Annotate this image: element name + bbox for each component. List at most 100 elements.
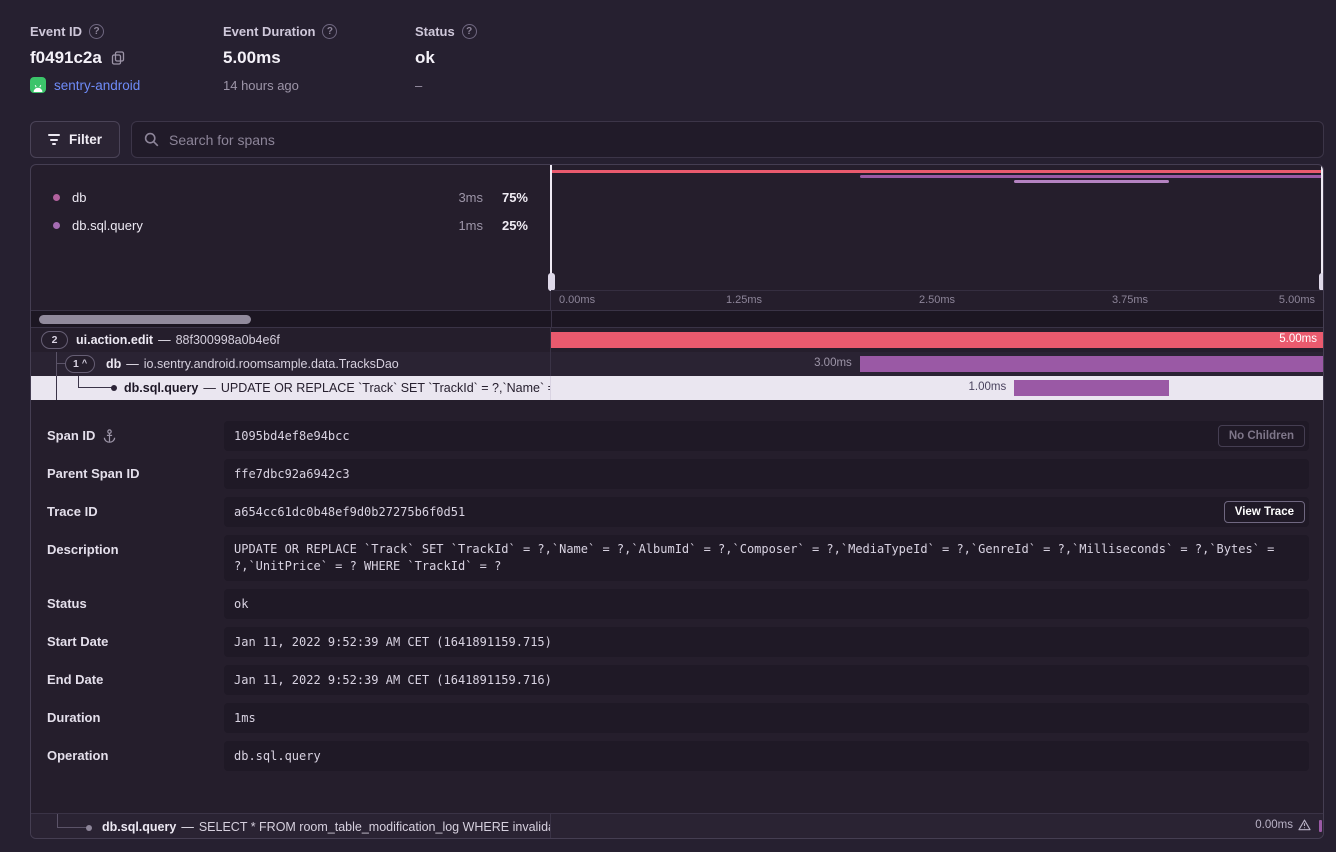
tree-connector-dot (86, 825, 92, 831)
search-box (131, 121, 1324, 158)
detail-label: Status (47, 596, 87, 611)
event-id-value: f0491c2a (30, 48, 102, 68)
span-duration-label: 0.00ms (1255, 819, 1293, 831)
op-percentage: 75% (483, 190, 528, 205)
detail-label: Parent Span ID (47, 466, 139, 481)
detail-value: 1095bd4ef8e94bcc No Children (224, 421, 1309, 451)
op-duration: 3ms (427, 190, 483, 205)
scrollbar-thumb[interactable] (39, 315, 251, 324)
help-icon[interactable]: ? (322, 24, 337, 39)
anchor-icon[interactable] (103, 429, 116, 443)
span-tree-row-ui-action-edit[interactable]: 2 ui.action.edit — 88f300998a0b4e6f 5.00… (31, 328, 1323, 352)
detail-row-start-date: Start Date Jan 11, 2022 9:52:39 AM CET (… (47, 627, 1309, 657)
span-op: db.sql.query (102, 820, 176, 834)
span-bar[interactable] (860, 356, 1323, 372)
help-icon[interactable]: ? (89, 24, 104, 39)
axis-tick-label: 1.25ms (726, 294, 762, 306)
search-input[interactable] (169, 132, 1311, 148)
detail-value: a654cc61dc0b48ef9d0b27275b6f0d51 View Tr… (224, 497, 1309, 527)
span-count-badge[interactable]: 2 (41, 331, 68, 349)
detail-label: Description (47, 542, 119, 557)
span-description: UPDATE OR REPLACE `Track` SET `TrackId` … (221, 381, 551, 395)
filter-button[interactable]: Filter (30, 121, 120, 158)
event-age: 14 hours ago (223, 78, 337, 93)
detail-row-operation: Operation db.sql.query (47, 741, 1309, 771)
op-legend: db 3ms 75% db.sql.query 1ms 25% (31, 165, 551, 310)
detail-label: End Date (47, 672, 103, 687)
status-value: ok (415, 48, 435, 68)
event-duration-field: Event Duration ? 5.00ms 14 hours ago (223, 24, 337, 93)
project-link[interactable]: sentry-android (54, 78, 140, 93)
detail-value: UPDATE OR REPLACE `Track` SET `TrackId` … (224, 535, 1309, 581)
help-icon[interactable]: ? (462, 24, 477, 39)
detail-value: db.sql.query (224, 741, 1309, 771)
event-duration-value: 5.00ms (223, 48, 281, 68)
span-op: ui.action.edit (76, 333, 153, 347)
status-field: Status ? ok – (415, 24, 477, 93)
axis-tick-label: 3.75ms (1112, 294, 1148, 306)
minimap-span-line (860, 175, 1323, 178)
detail-label: Start Date (47, 634, 108, 649)
filter-icon (48, 134, 60, 145)
op-percentage: 25% (483, 218, 528, 233)
minimap-span-line (1014, 180, 1168, 183)
chevron-up-icon: ^ (82, 358, 87, 368)
span-duration-label: 3.00ms (814, 357, 852, 369)
detail-label: Operation (47, 748, 108, 763)
spans-panel: db 3ms 75% db.sql.query 1ms 25% (30, 164, 1324, 839)
axis-tick-label: 0.00ms (559, 294, 595, 306)
detail-row-status: Status ok (47, 589, 1309, 619)
time-axis: 0.00ms 1.25ms 2.50ms 3.75ms 5.00ms (551, 290, 1323, 310)
detail-value: Jan 11, 2022 9:52:39 AM CET (1641891159.… (224, 665, 1309, 695)
span-op: db.sql.query (124, 381, 198, 395)
span-bar[interactable] (551, 332, 1323, 348)
span-tree-row-db[interactable]: 1^ db — io.sentry.android.roomsample.dat… (31, 352, 1323, 376)
trace-minimap[interactable]: 0.00ms 1.25ms 2.50ms 3.75ms 5.00ms (551, 165, 1323, 310)
span-details-panel: Span ID 1095bd4ef8e94bcc No Children Par… (31, 400, 1323, 813)
legend-row-db-sql-query[interactable]: db.sql.query 1ms 25% (31, 211, 550, 239)
minimap-handle-left[interactable] (550, 165, 552, 291)
minimap-handle-right[interactable] (1321, 165, 1323, 291)
axis-tick-label: 5.00ms (1279, 294, 1315, 306)
tree-connector-dot (111, 385, 117, 391)
detail-value: ok (224, 589, 1309, 619)
detail-row-span-id: Span ID 1095bd4ef8e94bcc No Children (47, 421, 1309, 451)
span-tree-row-db-sql-query-select[interactable]: db.sql.query — SELECT * FROM room_table_… (31, 813, 1323, 839)
view-trace-button[interactable]: View Trace (1224, 501, 1305, 523)
detail-row-duration: Duration 1ms (47, 703, 1309, 733)
span-op: db (106, 357, 121, 371)
span-description: 88f300998a0b4e6f (176, 333, 280, 347)
span-bar[interactable] (1014, 380, 1168, 396)
op-name: db (72, 190, 427, 205)
detail-value: 1ms (224, 703, 1309, 733)
legend-row-db[interactable]: db 3ms 75% (31, 183, 550, 211)
op-name: db.sql.query (72, 218, 427, 233)
copy-icon[interactable] (111, 51, 125, 65)
span-description: SELECT * FROM room_table_modification_lo… (199, 820, 551, 834)
op-duration: 1ms (427, 218, 483, 233)
status-sub: – (415, 78, 477, 93)
filter-button-label: Filter (69, 132, 102, 147)
detail-label: Trace ID (47, 504, 98, 519)
span-tree-row-db-sql-query-selected[interactable]: db.sql.query — UPDATE OR REPLACE `Track`… (31, 376, 1323, 400)
span-duration-label: 5.00ms (1279, 333, 1317, 345)
android-icon (30, 77, 46, 93)
span-detail-page: Event ID ? f0491c2a sentry-android (0, 0, 1336, 852)
detail-row-parent-span-id: Parent Span ID ffe7dbc92a6942c3 (47, 459, 1309, 489)
event-id-label: Event ID (30, 24, 82, 39)
op-color-dot (53, 194, 60, 201)
axis-tick-label: 2.50ms (919, 294, 955, 306)
detail-row-trace-id: Trace ID a654cc61dc0b48ef9d0b27275b6f0d5… (47, 497, 1309, 527)
event-id-field: Event ID ? f0491c2a sentry-android (30, 24, 140, 93)
minimap-span-line (551, 170, 1323, 173)
detail-value: Jan 11, 2022 9:52:39 AM CET (1641891159.… (224, 627, 1309, 657)
detail-row-end-date: End Date Jan 11, 2022 9:52:39 AM CET (16… (47, 665, 1309, 695)
minimap-canvas (551, 165, 1323, 291)
status-label: Status (415, 24, 455, 39)
search-icon (144, 132, 159, 147)
no-children-button: No Children (1218, 425, 1305, 447)
detail-row-description: Description UPDATE OR REPLACE `Track` SE… (47, 535, 1309, 581)
span-toggle-badge[interactable]: 1^ (65, 355, 95, 373)
detail-value: ffe7dbc92a6942c3 (224, 459, 1309, 489)
event-duration-label: Event Duration (223, 24, 315, 39)
